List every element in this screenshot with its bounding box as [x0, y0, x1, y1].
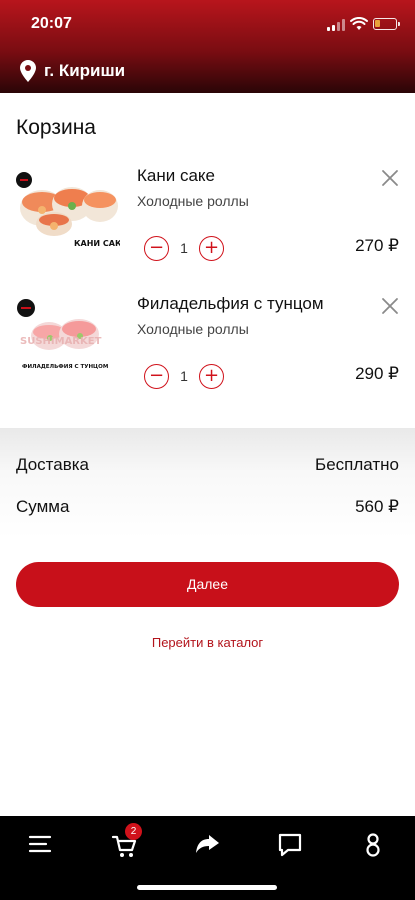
tab-share[interactable] — [187, 828, 227, 862]
summary-panel — [0, 428, 415, 538]
decrease-quantity-button[interactable]: − — [144, 363, 169, 389]
status-time: 20:07 — [31, 15, 72, 32]
total-row: Сумма 560 ₽ — [16, 497, 399, 517]
quantity-value: 1 — [180, 368, 188, 384]
product-image-caption: ФИЛАДЕЛЬФИЯ С ТУНЦОМ — [22, 364, 108, 370]
total-value: 560 ₽ — [355, 497, 399, 516]
app-header: 20:07 г. Кириши — [0, 0, 415, 93]
city-label: г. Кириши — [44, 61, 126, 80]
chat-icon — [278, 833, 302, 857]
increase-quantity-button[interactable]: + — [199, 363, 224, 389]
tab-chat[interactable] — [270, 828, 310, 862]
tab-menu[interactable] — [21, 828, 61, 862]
remove-item-icon[interactable] — [380, 168, 400, 188]
product-image: SUSHIMARKET ФИЛАДЕЛЬФИЯ С ТУНЦОМ — [17, 299, 108, 370]
cart-item: SUSHIMARKET ФИЛАДЕЛЬФИЯ С ТУНЦОМ Филадел… — [0, 294, 415, 414]
quantity-stepper: − 1 + — [144, 363, 224, 389]
quantity-stepper: − 1 + — [144, 235, 224, 261]
signal-icon — [327, 19, 347, 31]
wifi-icon — [350, 17, 368, 30]
product-image-watermark: SUSHIMARKET — [20, 336, 102, 347]
item-price: 290 ₽ — [355, 364, 399, 383]
item-category: Холодные роллы — [137, 193, 249, 209]
location-pin-icon — [20, 60, 36, 82]
total-label: Сумма — [16, 497, 70, 516]
product-image: КАНИ САКЕ — [16, 172, 120, 248]
item-price: 270 ₽ — [355, 236, 399, 255]
increase-quantity-button[interactable]: + — [199, 235, 224, 261]
cart-item: КАНИ САКЕ Кани саке Холодные роллы − 1 +… — [0, 166, 415, 286]
status-bar: 20:07 — [0, 0, 415, 46]
home-indicator — [137, 885, 277, 890]
next-button[interactable]: Далее — [16, 562, 399, 607]
tab-cart[interactable]: 2 — [104, 823, 144, 862]
go-to-catalog-link[interactable]: Перейти в каталог — [0, 635, 415, 650]
city-selector[interactable]: г. Кириши — [20, 60, 125, 82]
product-image-caption: КАНИ САКЕ — [74, 239, 120, 248]
item-name: Кани саке — [137, 166, 216, 185]
menu-icon — [28, 835, 52, 853]
delivery-value: Бесплатно — [315, 455, 399, 474]
battery-icon — [373, 18, 400, 30]
tab-profile[interactable] — [353, 828, 393, 862]
quantity-value: 1 — [180, 240, 188, 256]
page-title: Корзина — [16, 116, 96, 139]
item-category: Холодные роллы — [137, 321, 249, 337]
delivery-label: Доставка — [16, 455, 90, 474]
share-icon — [196, 835, 219, 853]
item-name: Филадельфия с тунцом — [137, 294, 324, 313]
remove-item-icon[interactable] — [380, 296, 400, 316]
delivery-row: Доставка Бесплатно — [16, 455, 399, 475]
profile-icon — [366, 833, 380, 857]
cart-count-badge: 2 — [125, 823, 142, 840]
decrease-quantity-button[interactable]: − — [144, 235, 169, 261]
